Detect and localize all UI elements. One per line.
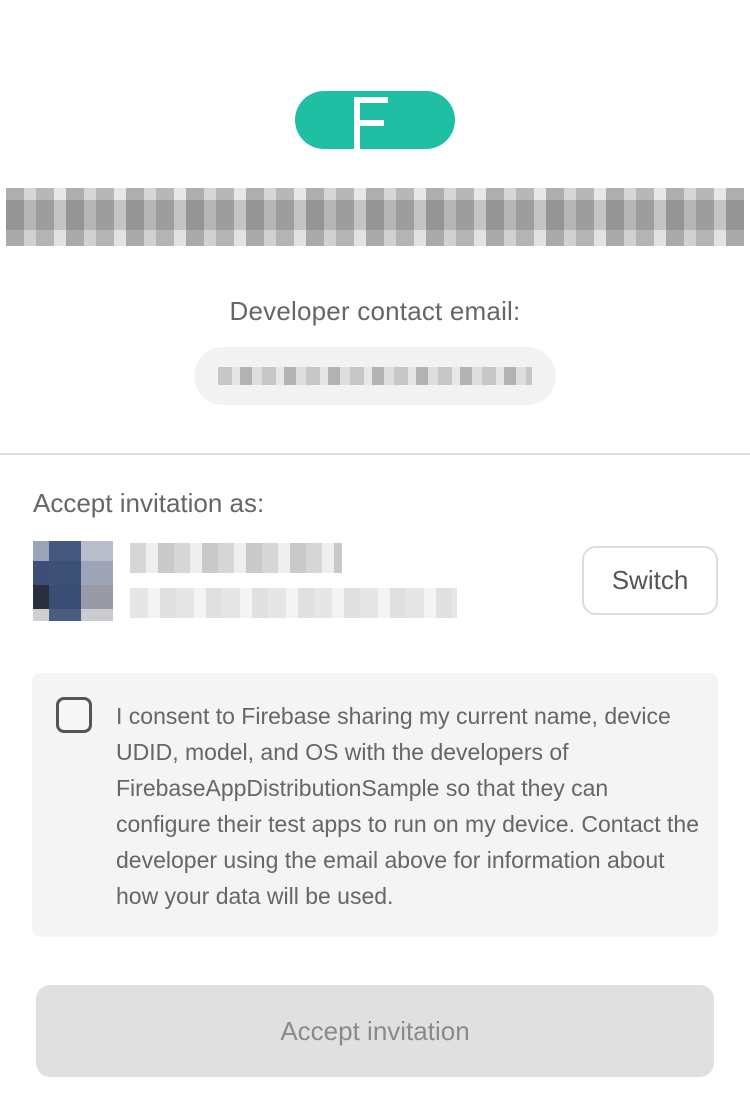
consent-checkbox[interactable] <box>56 697 92 733</box>
redacted-user-name <box>130 543 342 573</box>
firebase-app-distribution-icon <box>354 97 388 149</box>
section-divider <box>0 453 750 455</box>
consent-text: I consent to Firebase sharing my current… <box>116 703 699 909</box>
user-avatar <box>33 541 113 621</box>
switch-account-button[interactable]: Switch <box>582 546 718 615</box>
redacted-app-title <box>6 188 744 246</box>
developer-contact-label: Developer contact email: <box>229 296 521 326</box>
consent-panel: I consent to Firebase sharing my current… <box>32 673 718 937</box>
redacted-email <box>218 367 532 385</box>
app-logo <box>295 91 455 149</box>
developer-email-pill <box>194 347 556 405</box>
accept-as-label: Accept invitation as: <box>33 488 265 518</box>
redacted-user-info <box>130 543 460 623</box>
redacted-user-email <box>130 588 457 618</box>
accept-invitation-button[interactable]: Accept invitation <box>36 985 714 1077</box>
